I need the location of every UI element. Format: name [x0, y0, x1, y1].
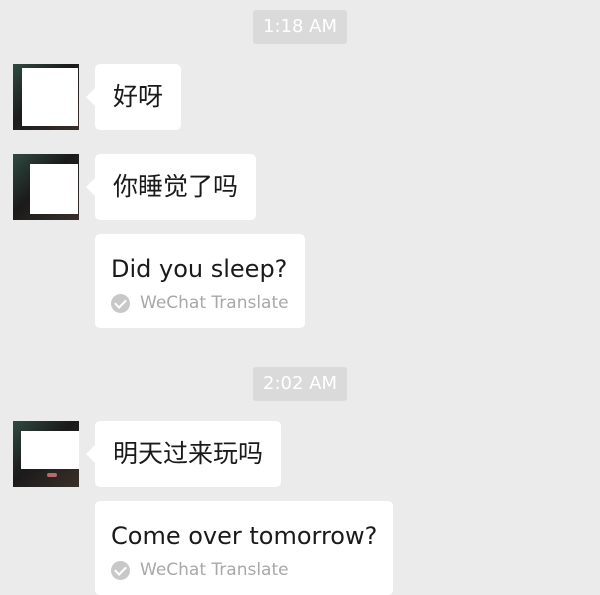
- translate-source-label: WeChat Translate: [140, 293, 289, 313]
- translation-text: Did you sleep?: [111, 255, 288, 283]
- translation-bubble[interactable]: Come over tomorrow? WeChat Translate: [95, 501, 394, 595]
- contact-avatar[interactable]: [13, 421, 79, 487]
- avatar-lips: [47, 473, 57, 477]
- translation-text: Come over tomorrow?: [111, 522, 378, 550]
- check-icon: [111, 293, 130, 313]
- translation-footer: WeChat Translate: [111, 292, 289, 314]
- translation-footer: WeChat Translate: [111, 559, 377, 581]
- translate-source-label: WeChat Translate: [140, 560, 289, 580]
- avatar-redaction: [22, 68, 78, 126]
- check-icon: [111, 560, 130, 580]
- chat-timestamp: 2:02 AM: [253, 367, 347, 401]
- message-bubble[interactable]: 好呀: [85, 64, 182, 130]
- chat-timestamp: 1:18 AM: [253, 10, 347, 44]
- contact-avatar[interactable]: [13, 64, 79, 130]
- avatar-redaction: [21, 431, 79, 469]
- message-bubble[interactable]: 明天过来玩吗: [85, 421, 282, 487]
- avatar-redaction: [30, 164, 78, 214]
- contact-avatar[interactable]: [13, 154, 79, 220]
- message-bubble[interactable]: 你睡觉了吗: [85, 154, 257, 220]
- translation-bubble[interactable]: Did you sleep? WeChat Translate: [95, 234, 305, 328]
